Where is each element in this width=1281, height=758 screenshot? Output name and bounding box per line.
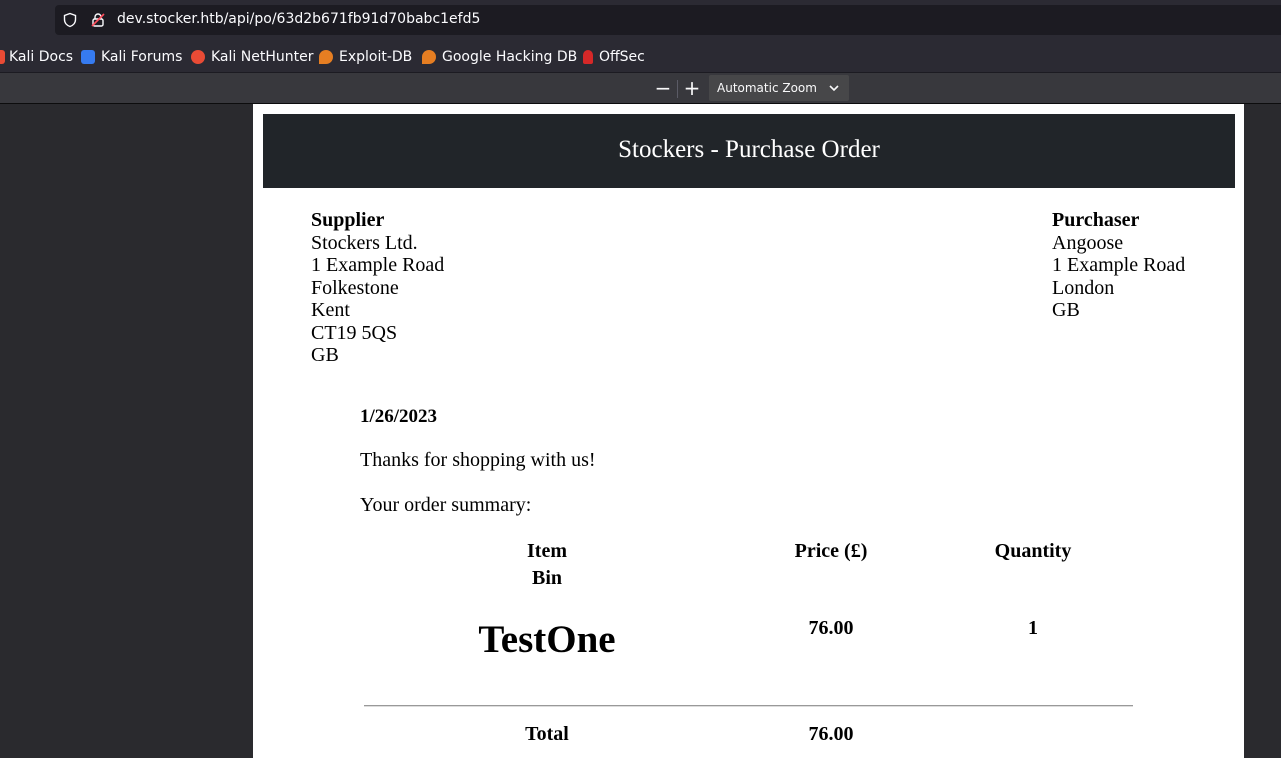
- lock-warning-icon[interactable]: [90, 12, 106, 28]
- bookmark-kali-forums[interactable]: Kali Forums: [81, 48, 182, 66]
- order-date: 1/26/2023: [360, 406, 438, 427]
- kali-forums-icon: [81, 50, 95, 64]
- zoom-value: Automatic Zoom: [717, 81, 817, 95]
- item-quantity-cell: 1: [1028, 617, 1038, 639]
- title-banner: Stockers - Purchase Order: [263, 114, 1235, 188]
- bookmark-label: Exploit-DB: [339, 49, 413, 65]
- url-text[interactable]: dev.stocker.htb/api/po/63d2b671fb91d70ba…: [117, 11, 480, 27]
- supplier-heading: Supplier: [311, 209, 385, 231]
- bookmark-label: Kali NetHunter: [211, 49, 314, 65]
- column-header-item: Item: [527, 540, 567, 562]
- purchaser-line: GB: [1052, 299, 1080, 321]
- bookmark-label: Google Hacking DB: [442, 49, 578, 65]
- exploit-db-icon: [319, 50, 333, 64]
- purchaser-heading: Purchaser: [1052, 209, 1140, 231]
- column-header-quantity: Quantity: [994, 540, 1072, 562]
- bookmark-label: Kali Forums: [101, 49, 183, 65]
- bookmark-label: OffSec: [599, 49, 645, 65]
- purchaser-line: 1 Example Road: [1052, 254, 1186, 276]
- zoom-select[interactable]: Automatic Zoom: [709, 75, 849, 101]
- supplier-address: Supplier Stockers Ltd. 1 Example Road Fo…: [311, 209, 444, 367]
- bookmark-kali-docs[interactable]: Kali Docs: [0, 48, 73, 66]
- pdf-toolbar: − + Automatic Zoom: [0, 73, 1281, 104]
- purchaser-line: Angoose: [1052, 231, 1124, 254]
- purchaser-line: London: [1052, 276, 1115, 299]
- total-divider: [364, 705, 1133, 707]
- bookmark-kali-nethunter[interactable]: Kali NetHunter: [191, 48, 313, 66]
- supplier-line: Folkestone: [311, 276, 399, 299]
- zoom-in-button[interactable]: +: [680, 78, 704, 98]
- total-value: 76.00: [808, 723, 854, 745]
- google-hacking-db-icon: [422, 50, 436, 64]
- bookmark-offsec[interactable]: OffSec: [581, 48, 645, 66]
- offsec-icon: [583, 50, 593, 64]
- kali-nethunter-icon: [191, 50, 205, 64]
- bookmark-exploit-db[interactable]: Exploit-DB: [319, 48, 412, 66]
- item-price-cell: 76.00: [808, 617, 854, 639]
- bookmark-google-hacking-db[interactable]: Google Hacking DB: [422, 48, 577, 66]
- supplier-line: CT19 5QS: [311, 321, 398, 344]
- total-label: Total: [525, 723, 569, 745]
- purchaser-address: Purchaser Angoose 1 Example Road London …: [1052, 209, 1185, 322]
- toolbar-separator: [677, 80, 678, 98]
- supplier-line: GB: [311, 344, 339, 366]
- pdf-page: Stockers - Purchase Order Supplier Stock…: [253, 104, 1244, 758]
- bookmark-label: Kali Docs: [9, 49, 74, 65]
- address-bar-area: dev.stocker.htb/api/po/63d2b671fb91d70ba…: [0, 0, 1281, 40]
- chevron-down-icon: [829, 85, 839, 92]
- page-title: Stockers - Purchase Order: [618, 136, 880, 163]
- supplier-line: Stockers Ltd.: [311, 231, 418, 254]
- bookmarks-toolbar: Kali Docs Kali Forums Kali NetHunter Exp…: [0, 40, 1281, 73]
- column-header-bin: Bin: [531, 567, 563, 589]
- item-name-cell: TestOne: [478, 618, 616, 661]
- thanks-message: Thanks for shopping with us!: [360, 449, 596, 471]
- shield-icon[interactable]: [62, 12, 78, 28]
- zoom-out-button[interactable]: −: [651, 78, 675, 98]
- kali-docs-icon: [0, 50, 5, 64]
- column-header-price: Price (£): [794, 540, 868, 562]
- supplier-line: Kent: [311, 299, 350, 321]
- supplier-line: 1 Example Road: [311, 254, 445, 276]
- order-summary-label: Your order summary:: [360, 494, 532, 516]
